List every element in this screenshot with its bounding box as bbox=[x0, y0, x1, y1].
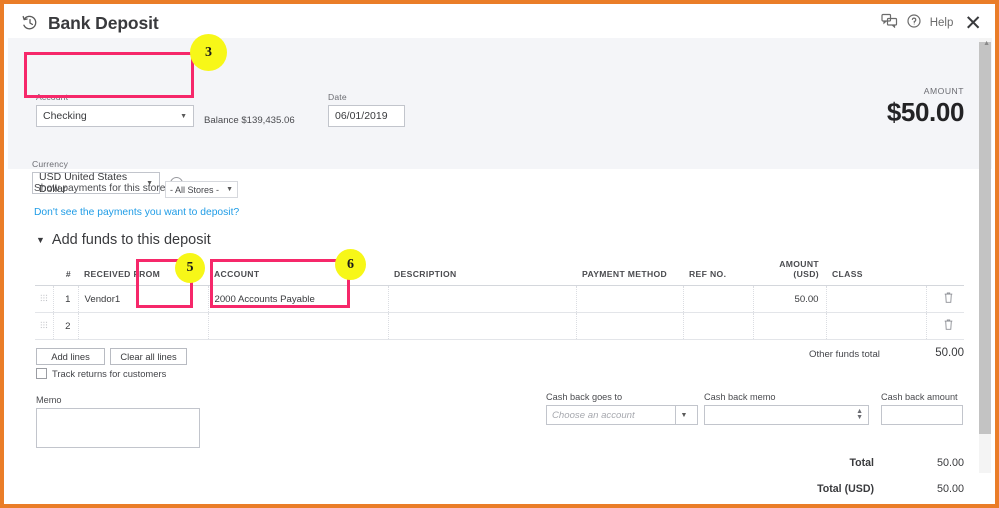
store-filter-select[interactable]: - All Stores - ▼ bbox=[165, 181, 238, 198]
table-row[interactable]: 2 bbox=[35, 313, 964, 340]
account-label: Account bbox=[36, 92, 194, 102]
account-balance: Balance $139,435.06 bbox=[204, 115, 295, 126]
cashback-amount-group: Cash back amount bbox=[881, 392, 963, 425]
drag-handle-icon bbox=[40, 294, 48, 302]
cashback-account-select[interactable]: Choose an account ▼ bbox=[546, 405, 698, 425]
window-titlebar: Bank Deposit Help ✕ bbox=[8, 8, 992, 38]
cashback-amount-label: Cash back amount bbox=[881, 392, 963, 402]
account-select[interactable]: Checking ▼ bbox=[36, 105, 194, 127]
add-funds-section-header[interactable]: ▼ Add funds to this deposit bbox=[36, 232, 211, 248]
annotation-badge-3: 3 bbox=[190, 34, 227, 71]
annotation-badge-5: 5 bbox=[175, 253, 205, 283]
total-value: 50.00 bbox=[924, 457, 964, 469]
row-number: 1 bbox=[53, 286, 78, 313]
total-usd-label: Total (USD) bbox=[754, 483, 874, 495]
stepper-icon[interactable]: ▲▼ bbox=[856, 409, 863, 421]
cell-class[interactable] bbox=[826, 286, 926, 313]
row-delete-button[interactable] bbox=[926, 286, 964, 313]
row-drag-handle[interactable] bbox=[35, 313, 53, 340]
col-ref-no: REF NO. bbox=[683, 259, 753, 286]
cell-ref-no[interactable] bbox=[683, 313, 753, 340]
col-actions bbox=[926, 259, 964, 286]
total-usd-value: 50.00 bbox=[924, 483, 964, 495]
track-returns-checkbox[interactable] bbox=[36, 368, 47, 379]
cashback-account-label: Cash back goes to bbox=[546, 392, 698, 402]
cell-description[interactable] bbox=[388, 286, 576, 313]
drag-handle-icon bbox=[40, 321, 48, 329]
amount-summary: AMOUNT $50.00 bbox=[887, 86, 964, 128]
chevron-down-icon: ▼ bbox=[675, 406, 692, 424]
help-label[interactable]: Help bbox=[930, 17, 954, 29]
col-description: DESCRIPTION bbox=[388, 259, 576, 286]
close-icon[interactable]: ✕ bbox=[964, 13, 982, 34]
table-row[interactable]: 1 Vendor1 2000 Accounts Payable 50.00 bbox=[35, 286, 964, 313]
other-funds-total-label: Other funds total bbox=[809, 349, 880, 360]
cell-received-from[interactable] bbox=[78, 313, 208, 340]
track-returns-row[interactable]: Track returns for customers bbox=[36, 368, 166, 379]
date-input[interactable]: 06/01/2019 bbox=[328, 105, 405, 127]
cell-account[interactable]: 2000 Accounts Payable bbox=[208, 286, 388, 313]
memo-label: Memo bbox=[36, 395, 200, 405]
vertical-scrollbar-thumb[interactable] bbox=[979, 42, 991, 434]
clear-all-lines-button[interactable]: Clear all lines bbox=[110, 348, 187, 365]
cell-ref-no[interactable] bbox=[683, 286, 753, 313]
scroll-up-arrow-icon[interactable]: ▲ bbox=[983, 40, 990, 47]
cell-amount[interactable] bbox=[753, 313, 826, 340]
cashback-memo-input[interactable]: ▲▼ bbox=[704, 405, 869, 425]
cell-payment-method[interactable] bbox=[576, 313, 683, 340]
table-header-row: # RECEIVED FROM ACCOUNT DESCRIPTION PAYM… bbox=[35, 259, 964, 286]
currency-label: Currency bbox=[32, 159, 160, 169]
cashback-amount-input[interactable] bbox=[881, 405, 963, 425]
show-payments-label: Show payments for this store: bbox=[34, 183, 168, 194]
annotation-badge-6: 6 bbox=[335, 249, 366, 280]
cell-amount[interactable]: 50.00 bbox=[753, 286, 826, 313]
amount-label: AMOUNT bbox=[887, 86, 964, 96]
row-number: 2 bbox=[53, 313, 78, 340]
col-class: CLASS bbox=[826, 259, 926, 286]
amount-value: $50.00 bbox=[887, 97, 964, 128]
cell-payment-method[interactable] bbox=[576, 286, 683, 313]
add-lines-button[interactable]: Add lines bbox=[36, 348, 105, 365]
cashback-memo-group: Cash back memo ▲▼ bbox=[704, 392, 869, 425]
date-label: Date bbox=[328, 92, 405, 102]
date-value: 06/01/2019 bbox=[335, 110, 388, 122]
missing-payments-link[interactable]: Don't see the payments you want to depos… bbox=[34, 207, 239, 218]
col-payment-method: PAYMENT METHOD bbox=[576, 259, 683, 286]
col-grip bbox=[35, 259, 53, 286]
cashback-memo-label: Cash back memo bbox=[704, 392, 869, 402]
chat-bubbles-icon[interactable] bbox=[881, 13, 898, 33]
triangle-down-icon: ▼ bbox=[36, 235, 45, 245]
cell-received-from[interactable]: Vendor1 bbox=[78, 286, 208, 313]
row-drag-handle[interactable] bbox=[35, 286, 53, 313]
cell-account[interactable] bbox=[208, 313, 388, 340]
account-field-group: Account Checking ▼ bbox=[36, 92, 194, 127]
track-returns-label: Track returns for customers bbox=[52, 368, 166, 379]
chevron-down-icon: ▼ bbox=[180, 113, 187, 120]
question-circle-icon[interactable] bbox=[907, 14, 921, 33]
memo-field-group: Memo bbox=[36, 395, 200, 448]
col-number: # bbox=[53, 259, 78, 286]
col-amount: AMOUNT (USD) bbox=[753, 259, 826, 286]
total-label: Total bbox=[754, 457, 874, 469]
memo-textarea[interactable] bbox=[36, 408, 200, 448]
date-field-group: Date 06/01/2019 bbox=[328, 92, 405, 127]
cashback-account-group: Cash back goes to Choose an account ▼ bbox=[546, 392, 698, 425]
cell-class[interactable] bbox=[826, 313, 926, 340]
account-value: Checking bbox=[43, 110, 87, 122]
clock-history-icon bbox=[20, 14, 39, 33]
deposit-header-panel: Account Checking ▼ Balance $139,435.06 D… bbox=[8, 38, 992, 169]
row-delete-button[interactable] bbox=[926, 313, 964, 340]
chevron-down-icon: ▼ bbox=[226, 186, 233, 193]
other-funds-total-value: 50.00 bbox=[927, 347, 964, 359]
bank-deposit-window: Bank Deposit Help ✕ bbox=[0, 0, 999, 508]
cell-description[interactable] bbox=[388, 313, 576, 340]
page-title: Bank Deposit bbox=[48, 13, 159, 34]
store-filter-value: - All Stores - bbox=[170, 185, 219, 195]
add-funds-title: Add funds to this deposit bbox=[52, 232, 211, 248]
cashback-account-placeholder: Choose an account bbox=[552, 410, 635, 421]
